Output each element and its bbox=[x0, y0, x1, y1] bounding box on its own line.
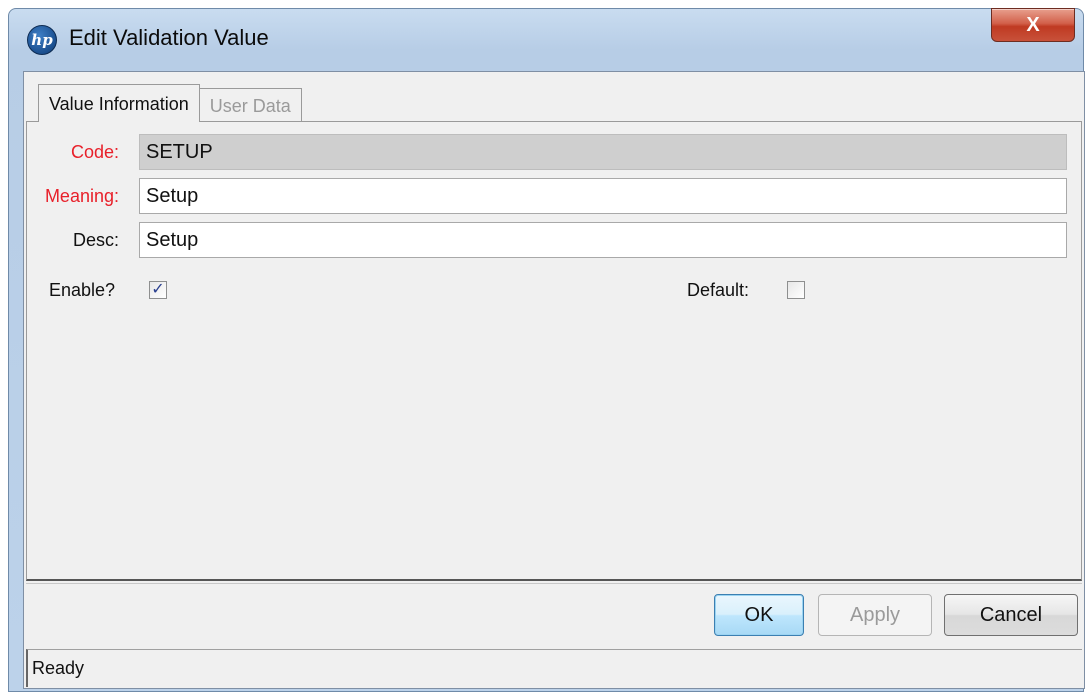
cancel-button[interactable]: Cancel bbox=[944, 594, 1078, 636]
title-bar[interactable]: hp Edit Validation Value X bbox=[9, 8, 1083, 67]
tab-strip: Value Information User Data bbox=[38, 84, 302, 122]
button-bar: OK Apply Cancel bbox=[26, 583, 1082, 645]
value-information-panel: Code: SETUP Meaning: Setup Desc: Setup E… bbox=[26, 121, 1082, 581]
desc-label: Desc: bbox=[72, 230, 119, 250]
meaning-label: Meaning: bbox=[44, 186, 119, 206]
checkmark-icon: ✓ bbox=[151, 281, 165, 298]
window-title: Edit Validation Value bbox=[69, 25, 269, 50]
meaning-field[interactable]: Setup bbox=[139, 178, 1067, 214]
close-icon: X bbox=[1026, 13, 1040, 36]
desc-row: Desc: Setup bbox=[27, 222, 1067, 258]
status-text: Ready bbox=[32, 658, 85, 678]
ok-button[interactable]: OK bbox=[714, 594, 804, 636]
desc-field[interactable]: Setup bbox=[139, 222, 1067, 258]
default-checkbox[interactable] bbox=[787, 281, 805, 299]
code-field: SETUP bbox=[139, 134, 1067, 170]
status-bar: Ready bbox=[26, 649, 1082, 687]
tab-value-information[interactable]: Value Information bbox=[38, 84, 200, 122]
close-button[interactable]: X bbox=[991, 8, 1075, 42]
dialog-body: Value Information User Data Code: SETUP … bbox=[23, 71, 1085, 689]
default-label: Default: bbox=[687, 280, 750, 300]
dialog-window: hp Edit Validation Value X Value Informa… bbox=[8, 8, 1085, 692]
meaning-row: Meaning: Setup bbox=[27, 178, 1067, 214]
apply-button[interactable]: Apply bbox=[818, 594, 932, 636]
tab-user-data[interactable]: User Data bbox=[199, 88, 302, 122]
code-row: Code: SETUP bbox=[27, 134, 1067, 170]
code-label: Code: bbox=[70, 142, 119, 162]
enable-label: Enable? bbox=[49, 280, 116, 300]
enable-checkbox[interactable]: ✓ bbox=[149, 281, 167, 299]
hp-logo-icon: hp bbox=[27, 25, 57, 55]
